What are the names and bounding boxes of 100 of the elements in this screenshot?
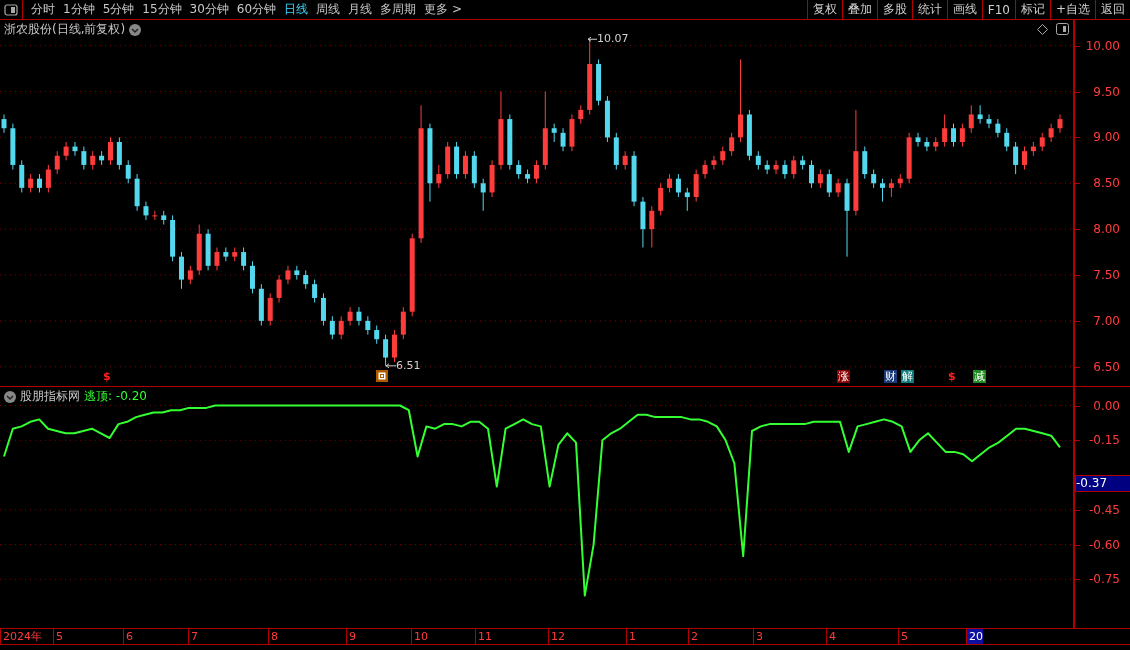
dollar-marker: $ — [103, 370, 111, 383]
date-label: 11 — [475, 629, 492, 644]
axis-label: -0.15 — [1088, 433, 1120, 448]
period-tab[interactable]: 60分钟 — [232, 0, 281, 19]
toolbar-button[interactable]: 画线 — [946, 0, 982, 19]
period-tab[interactable]: 30分钟 — [185, 0, 233, 19]
candlestick — [356, 306, 362, 326]
date-label: 7 — [188, 629, 198, 644]
candlestick — [880, 178, 885, 203]
candlestick — [711, 155, 717, 170]
candlestick — [400, 306, 406, 340]
high-price-label: 10.07 — [597, 32, 629, 46]
candlestick — [249, 260, 255, 294]
candlestick — [516, 159, 522, 180]
candlestick — [613, 132, 619, 170]
period-tab[interactable]: 更多 > — [420, 0, 466, 19]
candlestick — [108, 136, 113, 166]
candlestick — [551, 123, 557, 143]
candlestick — [1022, 146, 1027, 170]
axis-label: 9.00 — [1093, 130, 1120, 145]
chart-title: 浙农股份(日线,前复权) — [4, 21, 126, 38]
date-label: 2024年 — [0, 629, 42, 644]
date-label: 6 — [123, 629, 133, 644]
candlestick — [205, 228, 211, 271]
date-label: 4 — [826, 629, 836, 644]
candlestick — [196, 224, 202, 276]
candlestick — [285, 265, 291, 285]
toolbar-button[interactable]: 统计 — [911, 0, 947, 19]
candlestick — [445, 141, 451, 180]
leader-line — [385, 363, 397, 369]
period-tab[interactable]: 分时 — [27, 0, 59, 19]
candlestick — [622, 150, 628, 170]
toolbar-button[interactable]: 叠加 — [841, 0, 877, 19]
candlestick — [258, 283, 264, 326]
toolbar-button[interactable]: 多股 — [876, 0, 912, 19]
candlestick — [223, 247, 229, 262]
event-tag: 涨 — [837, 370, 850, 383]
date-label: 10 — [411, 629, 428, 644]
candlestick — [462, 150, 468, 180]
candlestick — [276, 274, 282, 304]
candlestick — [454, 141, 460, 180]
period-tab[interactable]: 5分钟 — [98, 0, 139, 19]
candlestick — [187, 265, 193, 285]
event-tag: 财 — [884, 370, 897, 383]
date-label: 8 — [268, 629, 278, 644]
date-label: 5 — [53, 629, 63, 644]
period-tab[interactable]: 15分钟 — [138, 0, 186, 19]
candlestick — [116, 136, 122, 170]
candlestick — [90, 150, 96, 170]
event-tag: 减 — [973, 370, 986, 383]
candlestick — [640, 196, 646, 248]
candlestick — [152, 210, 158, 221]
candlestick — [977, 104, 983, 125]
period-tab[interactable]: 日线 — [280, 0, 313, 19]
candlestick — [693, 169, 699, 203]
candlestick — [897, 173, 903, 189]
period-tab[interactable]: 月线 — [344, 0, 377, 19]
candlestick — [764, 159, 770, 175]
diamond-icon[interactable] — [1037, 23, 1048, 35]
candlestick — [365, 315, 371, 336]
candlestick — [125, 159, 131, 184]
candlestick — [347, 306, 353, 326]
chevron-down-icon[interactable] — [4, 390, 16, 403]
axis-label: -0.75 — [1088, 572, 1120, 587]
toolbar-button[interactable]: 返回 — [1095, 0, 1130, 19]
low-price-label: 6.51 — [396, 358, 421, 372]
candlestick — [569, 114, 575, 152]
candlestick — [303, 269, 309, 290]
candlestick — [755, 150, 761, 170]
candlestick — [871, 169, 877, 189]
candlestick — [63, 141, 69, 161]
candlestick — [72, 141, 78, 157]
candlestick — [906, 132, 912, 184]
toolbar-button[interactable]: F10 — [981, 0, 1015, 19]
panel-icon[interactable] — [1056, 23, 1069, 35]
date-label: 12 — [548, 629, 565, 644]
candlestick — [968, 104, 974, 134]
candlestick — [489, 159, 495, 198]
period-tab[interactable]: 周线 — [312, 0, 345, 19]
candlestick — [649, 205, 655, 248]
toolbar-button[interactable]: 标记 — [1014, 0, 1050, 19]
chevron-down-icon[interactable] — [129, 23, 142, 36]
candlestick — [986, 114, 992, 129]
candlestick — [436, 164, 442, 189]
period-tab[interactable]: 1分钟 — [59, 0, 99, 19]
candlestick — [533, 159, 539, 184]
candlestick — [241, 247, 247, 271]
candlestick — [1048, 123, 1054, 143]
toolbar-button[interactable]: 复权 — [806, 0, 842, 19]
toolbar-button[interactable]: +自选 — [1049, 0, 1095, 19]
candlestick — [312, 279, 318, 304]
candlestick — [1039, 132, 1045, 152]
candlestick — [19, 159, 25, 193]
candlestick — [684, 187, 690, 212]
candlestick — [942, 114, 948, 148]
date-label: 2 — [688, 629, 698, 644]
candlestick — [383, 334, 389, 367]
candlestick — [604, 95, 610, 143]
period-tab[interactable]: 多周期 — [376, 0, 421, 19]
leader-line — [587, 36, 598, 42]
